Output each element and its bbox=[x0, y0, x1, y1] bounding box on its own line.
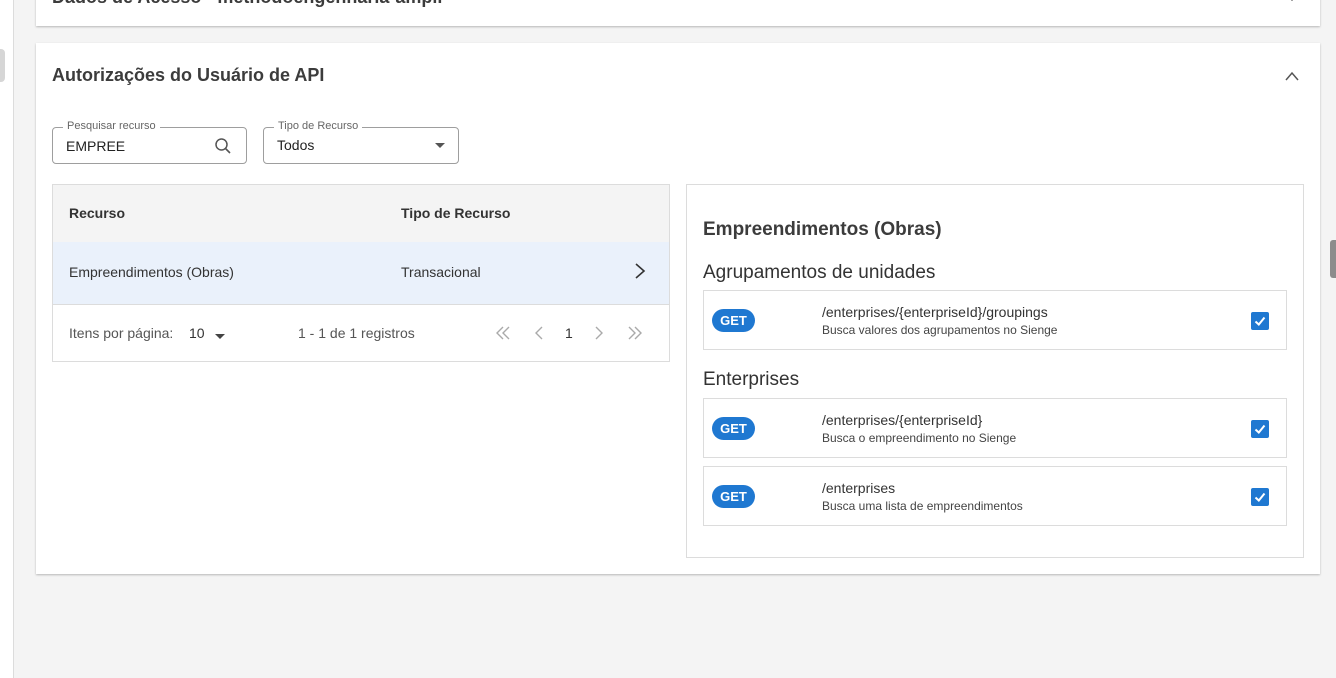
column-header-resource-type: Tipo de Recurso bbox=[401, 205, 511, 221]
endpoint-path: /enterprises/{enterpriseId} bbox=[822, 412, 983, 428]
endpoint-row: GET /enterprises/{enterpriseId} Busca o … bbox=[703, 398, 1287, 458]
group-title-enterprises: Enterprises bbox=[703, 369, 800, 390]
search-resource-label: Pesquisar recurso bbox=[63, 120, 160, 132]
group-title-groupings: Agrupamentos de unidades bbox=[703, 262, 936, 283]
records-range-text: 1 - 1 de 1 registros bbox=[298, 325, 415, 341]
resource-type-label: Tipo de Recurso bbox=[274, 120, 363, 132]
row-resource-cell: Empreendimentos (Obras) bbox=[69, 264, 234, 280]
checkmark-icon bbox=[1254, 492, 1266, 502]
current-page-number[interactable]: 1 bbox=[565, 325, 573, 341]
last-page-icon[interactable] bbox=[627, 325, 643, 341]
endpoint-checkbox[interactable] bbox=[1251, 420, 1269, 438]
search-resource-field[interactable]: Pesquisar recurso EMPREE bbox=[52, 120, 247, 164]
table-header: Recurso Tipo de Recurso bbox=[53, 185, 669, 243]
endpoint-path: /enterprises bbox=[822, 480, 896, 496]
api-authorizations-panel: Autorizações do Usuário de API Pesquisar… bbox=[36, 43, 1320, 574]
detail-title: Empreendimentos (Obras) bbox=[703, 219, 942, 240]
resource-type-select[interactable]: Tipo de Recurso Todos bbox=[263, 120, 459, 164]
endpoint-checkbox[interactable] bbox=[1251, 488, 1269, 506]
row-type-cell: Transacional bbox=[401, 264, 481, 280]
left-sidebar-edge bbox=[0, 0, 14, 678]
api-panel-title[interactable]: Autorizações do Usuário de API bbox=[52, 65, 324, 86]
dropdown-caret-icon[interactable] bbox=[435, 143, 445, 148]
scrollbar-thumb[interactable] bbox=[1330, 240, 1336, 278]
chevron-right-icon[interactable] bbox=[633, 261, 647, 281]
endpoint-row: GET /enterprises Busca uma lista de empr… bbox=[703, 466, 1287, 526]
search-icon[interactable] bbox=[214, 137, 232, 155]
resources-table: Recurso Tipo de Recurso Empreendimentos … bbox=[52, 184, 670, 362]
search-resource-input[interactable]: EMPREE bbox=[66, 138, 125, 154]
endpoint-description: Busca uma lista de empreendimentos bbox=[822, 499, 1023, 513]
column-header-resource: Recurso bbox=[69, 205, 126, 221]
endpoint-description: Busca o empreendimento no Sienge bbox=[822, 431, 1017, 445]
http-method-badge: GET bbox=[712, 309, 755, 332]
checkmark-icon bbox=[1254, 316, 1266, 326]
first-page-icon[interactable] bbox=[495, 325, 511, 341]
endpoint-description: Busca valores dos agrupamentos no Sienge bbox=[822, 323, 1058, 337]
page-size-caret-icon[interactable] bbox=[215, 334, 225, 339]
next-page-icon[interactable] bbox=[591, 325, 607, 341]
chevron-down-icon[interactable] bbox=[1284, 0, 1300, 5]
sidebar-toggle-handle[interactable] bbox=[0, 49, 5, 82]
page-size-select[interactable]: 10 bbox=[189, 325, 205, 341]
endpoint-checkbox[interactable] bbox=[1251, 312, 1269, 330]
endpoint-row: GET /enterprises/{enterpriseId}/grouping… bbox=[703, 290, 1287, 350]
checkmark-icon bbox=[1254, 424, 1266, 434]
resource-type-value[interactable]: Todos bbox=[277, 137, 314, 153]
table-row[interactable]: Empreendimentos (Obras) Transacional bbox=[53, 242, 669, 305]
access-data-panel: Dados de Acesso - methodoengenharia-ampl… bbox=[36, 0, 1320, 26]
endpoint-path: /enterprises/{enterpriseId}/groupings bbox=[822, 304, 1048, 320]
previous-page-icon[interactable] bbox=[531, 325, 547, 341]
items-per-page-label: Itens por página: bbox=[69, 325, 174, 341]
http-method-badge: GET bbox=[712, 485, 755, 508]
chevron-up-icon[interactable] bbox=[1284, 68, 1300, 84]
access-panel-title[interactable]: Dados de Acesso - methodoengenharia-ampl… bbox=[52, 0, 442, 8]
resource-detail-panel: Empreendimentos (Obras) Agrupamentos de … bbox=[686, 184, 1304, 558]
pagination-bar: Itens por página: 10 1 - 1 de 1 registro… bbox=[53, 305, 669, 361]
http-method-badge: GET bbox=[712, 417, 755, 440]
